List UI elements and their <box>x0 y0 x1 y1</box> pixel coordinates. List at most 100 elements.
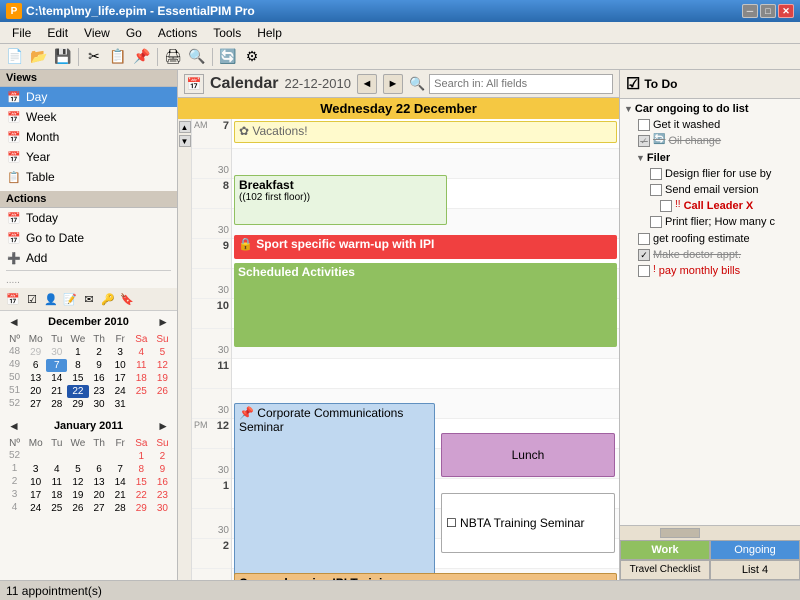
toolbar-cut[interactable]: ✂ <box>83 46 105 68</box>
jan-day18[interactable]: 18 <box>46 489 67 502</box>
sidebar-item-week[interactable]: 📅 Week <box>0 107 177 127</box>
sidebar-item-day[interactable]: 📅 Day <box>0 87 177 107</box>
toolbar-print[interactable]: 🖨 <box>162 46 184 68</box>
menu-view[interactable]: View <box>76 24 118 42</box>
jan-day25[interactable]: 25 <box>46 502 67 515</box>
toolbar-save[interactable]: 💾 <box>52 46 74 68</box>
day-dec10[interactable]: 10 <box>110 359 131 372</box>
todo-item-wash[interactable]: Get it washed <box>622 117 798 133</box>
sidebar-tb-check[interactable]: ☑ <box>23 290 41 308</box>
toolbar-copy[interactable]: 📋 <box>107 46 129 68</box>
todo-item-oil[interactable]: ✓ 🔄 Oil change <box>622 133 798 149</box>
event-seminar[interactable]: 📌 Corporate CommunicationsSeminar <box>234 403 435 580</box>
todo-item-doctor[interactable]: ✓ Make doctor appt. <box>622 247 798 263</box>
roofing-checkbox[interactable] <box>638 233 650 245</box>
todo-tab-ongoing[interactable]: Ongoing <box>710 540 800 560</box>
jan-day3[interactable]: 3 <box>25 463 46 476</box>
wash-checkbox[interactable] <box>638 119 650 131</box>
day-dec8[interactable]: 8 <box>67 359 88 372</box>
cal-next-btn[interactable]: ► <box>383 74 403 94</box>
day-dec7[interactable]: 7 <box>46 359 67 372</box>
menu-actions[interactable]: Actions <box>150 24 205 42</box>
jan-day19[interactable]: 19 <box>67 489 88 502</box>
jan-day23[interactable]: 23 <box>152 489 173 502</box>
sidebar-tb-notes[interactable]: 📝 <box>61 290 79 308</box>
day-dec3[interactable]: 3 <box>110 346 131 359</box>
jan-day6[interactable]: 6 <box>89 463 110 476</box>
sidebar-item-add[interactable]: ➕ Add <box>0 248 177 268</box>
jan-day4[interactable]: 4 <box>46 463 67 476</box>
sidebar-tb-password[interactable]: 🔑 <box>99 290 117 308</box>
day-dec9[interactable]: 9 <box>89 359 110 372</box>
event-vacation[interactable]: ✿ Vacations! <box>234 121 617 143</box>
toolbar-find[interactable]: 🔍 <box>186 46 208 68</box>
day-nov30[interactable]: 30 <box>46 346 67 359</box>
toolbar-sync[interactable]: 🔄 <box>217 46 239 68</box>
cal-side-btn1[interactable]: ▲ <box>179 121 191 133</box>
sidebar-item-year[interactable]: 📅 Year <box>0 147 177 167</box>
jan-day5[interactable]: 5 <box>67 463 88 476</box>
todo-item-call[interactable]: !! Call Leader X <box>622 198 798 214</box>
todo-tab-work[interactable]: Work <box>620 540 710 560</box>
day-dec13[interactable]: 13 <box>25 372 46 385</box>
day-dec19[interactable]: 19 <box>152 372 173 385</box>
todo-cat-filer[interactable]: ▼ Filer <box>622 150 798 166</box>
day-dec18[interactable]: 18 <box>131 372 152 385</box>
close-button[interactable]: ✕ <box>778 4 794 18</box>
jan-day14[interactable]: 14 <box>110 476 131 489</box>
day-dec2[interactable]: 2 <box>89 346 110 359</box>
todo-item-print[interactable]: Print flier; How many c <box>622 214 798 230</box>
toolbar-paste[interactable]: 📌 <box>131 46 153 68</box>
design-checkbox[interactable] <box>650 168 662 180</box>
menu-edit[interactable]: Edit <box>39 24 76 42</box>
cal-prev-btn[interactable]: ◄ <box>357 74 377 94</box>
jan-day7[interactable]: 7 <box>110 463 131 476</box>
sidebar-tb-contacts[interactable]: 👤 <box>42 290 60 308</box>
day-dec17[interactable]: 17 <box>110 372 131 385</box>
sidebar-item-goto[interactable]: 📅 Go to Date <box>0 228 177 248</box>
jan-day12[interactable]: 12 <box>67 476 88 489</box>
day-dec12[interactable]: 12 <box>152 359 173 372</box>
todo-tab-travel[interactable]: Travel Checklist <box>620 560 710 580</box>
event-ipi[interactable]: Comprehensive IPI Training <box>234 573 617 580</box>
menu-help[interactable]: Help <box>249 24 290 42</box>
menu-file[interactable]: File <box>4 24 39 42</box>
event-breakfast[interactable]: Breakfast ((102 first floor)) <box>234 175 447 225</box>
print-checkbox[interactable] <box>650 216 662 228</box>
jan-day27[interactable]: 27 <box>89 502 110 515</box>
jan-day8[interactable]: 8 <box>131 463 152 476</box>
jan-day29[interactable]: 29 <box>131 502 152 515</box>
oil-checkbox[interactable]: ✓ <box>638 135 650 147</box>
day-dec30[interactable]: 30 <box>89 398 110 411</box>
day-dec28[interactable]: 28 <box>46 398 67 411</box>
sidebar-tb-mail[interactable]: ✉ <box>80 290 98 308</box>
call-checkbox[interactable] <box>660 200 672 212</box>
todo-cat-car[interactable]: ▼ Car ongoing to do list <box>622 101 798 117</box>
sidebar-item-month[interactable]: 📅 Month <box>0 127 177 147</box>
day-dec24[interactable]: 24 <box>110 385 131 398</box>
event-nbta[interactable]: ☐ NBTA Training Seminar <box>441 493 615 553</box>
mini-cal-jan-next[interactable]: ► <box>153 419 173 433</box>
day-dec31[interactable]: 31 <box>110 398 131 411</box>
toolbar-settings[interactable]: ⚙ <box>241 46 263 68</box>
doctor-checkbox[interactable]: ✓ <box>638 249 650 261</box>
day-dec25[interactable]: 25 <box>131 385 152 398</box>
menu-go[interactable]: Go <box>118 24 150 42</box>
jan-day11[interactable]: 11 <box>46 476 67 489</box>
jan-day1[interactable]: 1 <box>131 450 152 463</box>
day-dec23[interactable]: 23 <box>89 385 110 398</box>
day-dec21[interactable]: 21 <box>46 385 67 398</box>
jan-day10[interactable]: 10 <box>25 476 46 489</box>
mini-cal-prev[interactable]: ◄ <box>4 315 24 329</box>
day-dec16[interactable]: 16 <box>89 372 110 385</box>
menu-tools[interactable]: Tools <box>205 24 249 42</box>
day-dec11[interactable]: 11 <box>131 359 152 372</box>
jan-day20[interactable]: 20 <box>89 489 110 502</box>
day-nov29[interactable]: 29 <box>25 346 46 359</box>
todo-item-roofing[interactable]: get roofing estimate <box>622 231 798 247</box>
day-dec1[interactable]: 1 <box>67 346 88 359</box>
event-lunch[interactable]: Lunch <box>441 433 615 477</box>
jan-day28[interactable]: 28 <box>110 502 131 515</box>
toolbar-open[interactable]: 📂 <box>28 46 50 68</box>
todo-item-bills[interactable]: ! pay monthly bills <box>622 263 798 279</box>
